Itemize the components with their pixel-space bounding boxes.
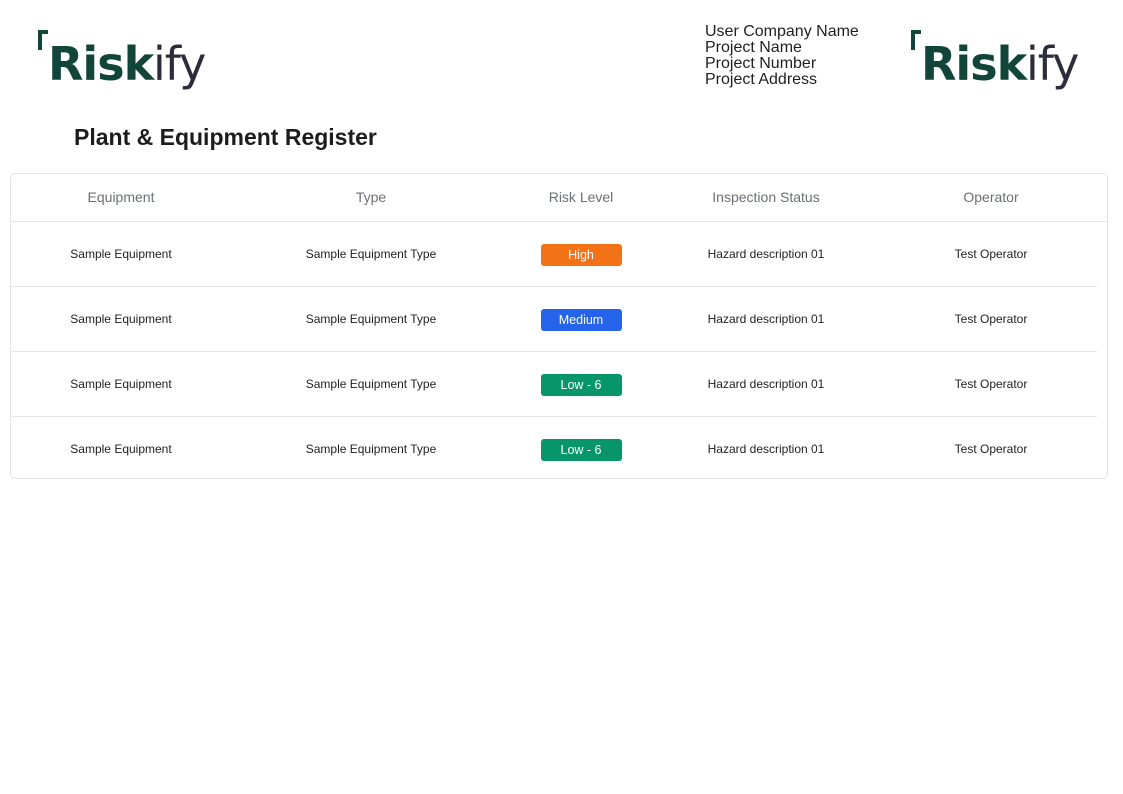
cell-equipment: Sample Equipment [70, 312, 172, 326]
cell-equipment: Sample Equipment [70, 247, 172, 261]
column-header-equipment: Equipment [87, 189, 155, 205]
svg-text:ify: ify [153, 37, 205, 91]
svg-text:ify: ify [1026, 37, 1078, 91]
project-info: User Company Name Project Name Project N… [705, 24, 859, 88]
cell-inspection-status: Hazard description 01 [707, 247, 825, 261]
cell-type: Sample Equipment Type [305, 377, 437, 391]
svg-text:Risk: Risk [48, 37, 156, 91]
project-address: Project Address [705, 71, 818, 88]
cell-inspection-status: Hazard description 01 [707, 442, 825, 456]
cell-operator: Test Operator [954, 312, 1028, 326]
cell-risk-level: High [501, 222, 661, 286]
riskify-logo: Risk ify [36, 28, 208, 92]
table-row: Sample Equipment Sample Equipment Type Hig… [11, 222, 1097, 287]
cell-equipment: Sample Equipment [70, 377, 172, 391]
cell-operator: Test Operator [954, 442, 1028, 456]
table-row: Sample Equipment Sample Equipment Type Low… [11, 417, 1097, 478]
risk-badge: Medium [540, 308, 622, 331]
column-header-operator: Operator [963, 189, 1019, 205]
cell-type: Sample Equipment Type [305, 247, 437, 261]
column-header-inspection-status: Inspection Status [712, 189, 820, 205]
equipment-table: Equipment Type Risk Level Inspection Sta… [10, 173, 1108, 479]
cell-type: Sample Equipment Type [305, 442, 437, 456]
project-number: Project Number [705, 55, 817, 72]
cell-inspection-status: Hazard description 01 [707, 377, 825, 391]
cell-risk-level: Medium [501, 287, 661, 351]
project-name: Project Name [705, 39, 802, 56]
cell-operator: Test Operator [954, 247, 1028, 261]
table-body: Sample Equipment Sample Equipment Type Hig… [11, 222, 1107, 478]
company-name: User Company Name [705, 23, 859, 40]
cell-risk-level: Low - 6 [501, 352, 661, 416]
table-header: Equipment Type Risk Level Inspection Sta… [11, 174, 1107, 222]
cell-inspection-status: Hazard description 01 [707, 312, 825, 326]
table-row: Sample Equipment Sample Equipment Type Med… [11, 287, 1097, 352]
svg-text:Risk: Risk [921, 37, 1029, 91]
table-row: Sample Equipment Sample Equipment Type Low… [11, 352, 1097, 417]
risk-badge: Low - 6 [540, 438, 622, 461]
column-header-type: Type [355, 189, 387, 205]
page-title: Plant & Equipment Register [74, 124, 377, 150]
risk-badge: High [540, 243, 622, 266]
riskify-logo-right: Risk ify [909, 28, 1081, 92]
riskify-logo-mark: Risk ify [911, 30, 1079, 91]
cell-equipment: Sample Equipment [70, 442, 172, 456]
risk-badge: Low - 6 [540, 373, 622, 396]
cell-type: Sample Equipment Type [305, 312, 437, 326]
riskify-logo-mark: Risk ify [38, 30, 206, 91]
cell-risk-level: Low - 6 [501, 417, 661, 478]
cell-operator: Test Operator [954, 377, 1028, 391]
column-header-risk-level: Risk Level [548, 189, 614, 205]
